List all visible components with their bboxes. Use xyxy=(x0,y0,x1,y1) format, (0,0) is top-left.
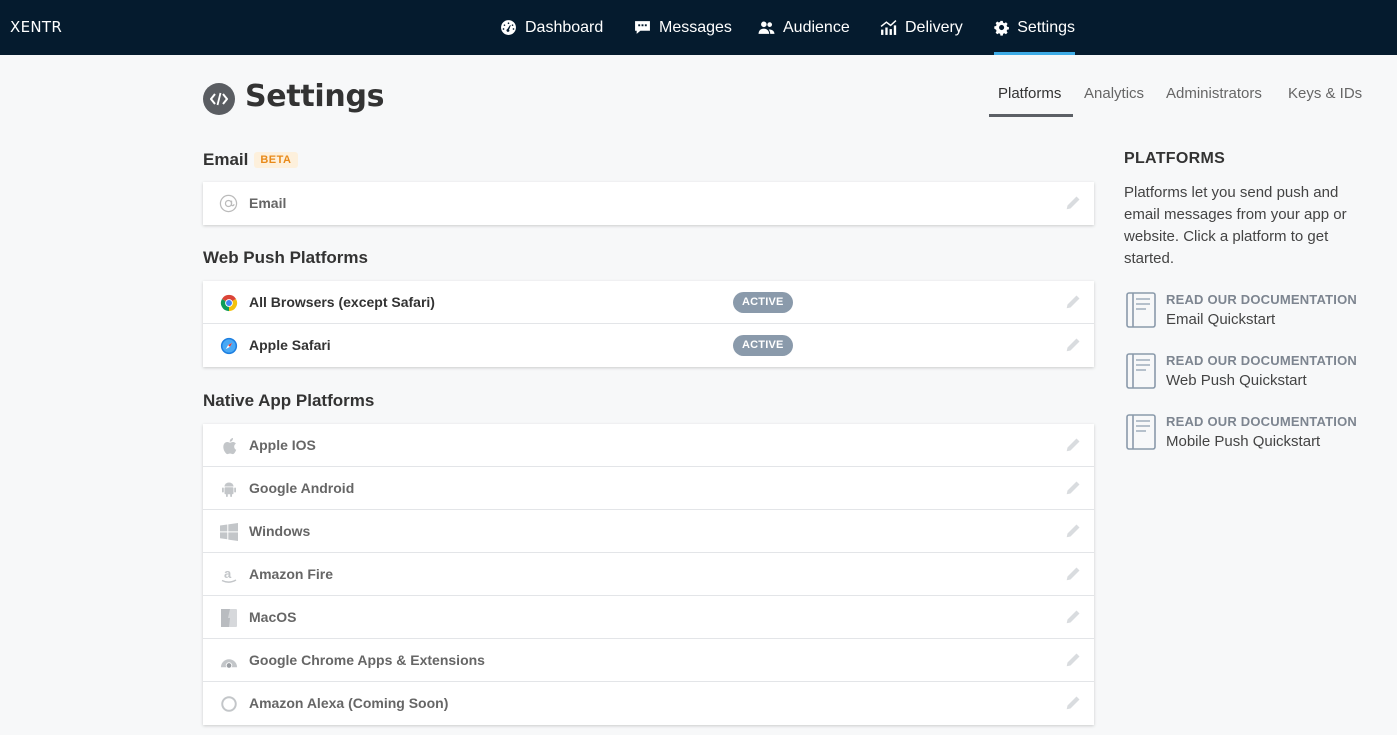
nav-audience[interactable]: Audience xyxy=(758,0,850,55)
brand-logo[interactable]: XENTR xyxy=(10,18,62,36)
pencil-icon[interactable] xyxy=(1065,437,1081,453)
doc-kicker: READ OUR DOCUMENTATION xyxy=(1166,414,1357,429)
nav-dashboard[interactable]: Dashboard xyxy=(500,0,603,55)
finder-icon xyxy=(219,608,238,627)
platform-label: Amazon Alexa (Coming Soon) xyxy=(249,695,449,711)
pencil-icon[interactable] xyxy=(1065,609,1081,625)
android-icon xyxy=(219,479,238,498)
tab-platforms[interactable]: Platforms xyxy=(998,85,1061,102)
pencil-icon[interactable] xyxy=(1065,695,1081,711)
chrome-icon xyxy=(219,293,238,312)
nav-settings-label: Settings xyxy=(1017,18,1075,36)
web-push-platform-card: All Browsers (except Safari) ACTIVE Appl… xyxy=(203,281,1094,367)
platform-row-macos[interactable]: MacOS xyxy=(203,596,1094,639)
web-push-section-title: Web Push Platforms xyxy=(203,248,368,267)
safari-icon xyxy=(219,336,238,355)
pencil-icon[interactable] xyxy=(1065,195,1081,211)
doc-link-mobile-push[interactable]: READ OUR DOCUMENTATION Mobile Push Quick… xyxy=(1126,414,1386,454)
platform-row-android[interactable]: Google Android xyxy=(203,467,1094,510)
document-icon xyxy=(1126,292,1156,328)
platform-label: MacOS xyxy=(249,609,297,625)
page-title: Settings xyxy=(245,79,385,114)
platform-label: All Browsers (except Safari) xyxy=(249,294,435,310)
code-icon xyxy=(203,83,235,115)
tab-analytics[interactable]: Analytics xyxy=(1084,85,1144,102)
pencil-icon[interactable] xyxy=(1065,566,1081,582)
pencil-icon[interactable] xyxy=(1065,523,1081,539)
doc-label: Web Push Quickstart xyxy=(1166,372,1307,389)
platform-label: Google Chrome Apps & Extensions xyxy=(249,652,485,668)
audience-icon xyxy=(758,21,775,34)
at-icon xyxy=(219,194,238,213)
platform-label: Email xyxy=(249,195,287,211)
tab-keys-ids[interactable]: Keys & IDs xyxy=(1288,85,1362,102)
sidebar-title: PLATFORMS xyxy=(1124,150,1226,167)
platform-row-windows[interactable]: Windows xyxy=(203,510,1094,553)
platform-row-ios[interactable]: Apple IOS xyxy=(203,424,1094,467)
native-platform-card: Apple IOS Google Android Windows a Amazo… xyxy=(203,424,1094,725)
email-section-title: Email BETA xyxy=(203,150,298,170)
platform-label: Amazon Fire xyxy=(249,566,334,582)
windows-icon xyxy=(219,522,238,541)
platform-row-chrome-apps[interactable]: Google Chrome Apps & Extensions xyxy=(203,639,1094,682)
nav-delivery[interactable]: Delivery xyxy=(880,0,963,55)
platform-row-safari[interactable]: Apple Safari ACTIVE xyxy=(203,324,1094,367)
platform-label: Apple IOS xyxy=(249,437,316,453)
email-platform-card: Email xyxy=(203,182,1094,225)
nav-delivery-label: Delivery xyxy=(905,18,963,36)
native-section-title: Native App Platforms xyxy=(203,391,375,410)
nav-messages-label: Messages xyxy=(659,18,732,36)
doc-link-web-push[interactable]: READ OUR DOCUMENTATION Web Push Quicksta… xyxy=(1126,353,1386,393)
platform-row-alexa[interactable]: Amazon Alexa (Coming Soon) xyxy=(203,682,1094,725)
amazon-icon: a xyxy=(219,565,238,584)
beta-badge: BETA xyxy=(254,152,298,168)
gear-icon xyxy=(994,20,1009,36)
chrome-apps-icon xyxy=(219,651,238,670)
tab-administrators[interactable]: Administrators xyxy=(1166,85,1262,102)
platform-label: Windows xyxy=(249,523,311,539)
apple-icon xyxy=(219,436,238,455)
doc-label: Email Quickstart xyxy=(1166,311,1276,328)
sidebar-description: Platforms let you send push and email me… xyxy=(1124,184,1347,267)
status-badge: ACTIVE xyxy=(733,335,793,356)
platform-row-all-browsers[interactable]: All Browsers (except Safari) ACTIVE xyxy=(203,281,1094,324)
dashboard-icon xyxy=(501,20,516,35)
doc-link-email[interactable]: READ OUR DOCUMENTATION Email Quickstart xyxy=(1126,292,1386,332)
nav-messages[interactable]: Messages xyxy=(634,0,732,55)
delivery-icon xyxy=(880,20,897,35)
platform-row-email[interactable]: Email xyxy=(203,182,1094,225)
platform-label: Google Android xyxy=(249,480,355,496)
pencil-icon[interactable] xyxy=(1065,337,1081,353)
nav-dashboard-label: Dashboard xyxy=(525,18,604,36)
active-tab-indicator xyxy=(989,114,1073,117)
email-section-label: Email xyxy=(203,150,249,169)
pencil-icon[interactable] xyxy=(1065,652,1081,668)
status-badge: ACTIVE xyxy=(733,292,793,313)
platform-row-amazon-fire[interactable]: a Amazon Fire xyxy=(203,553,1094,596)
pencil-icon[interactable] xyxy=(1065,294,1081,310)
nav-settings[interactable]: Settings xyxy=(994,0,1075,55)
svg-text:a: a xyxy=(224,566,232,581)
document-icon xyxy=(1126,414,1156,450)
nav-audience-label: Audience xyxy=(783,18,850,36)
platform-label: Apple Safari xyxy=(249,337,331,353)
top-nav: XENTR Dashboard Messages Audience Delive… xyxy=(0,0,1397,55)
pencil-icon[interactable] xyxy=(1065,480,1081,496)
alexa-icon xyxy=(219,694,238,713)
doc-kicker: READ OUR DOCUMENTATION xyxy=(1166,292,1357,307)
doc-kicker: READ OUR DOCUMENTATION xyxy=(1166,353,1357,368)
document-icon xyxy=(1126,353,1156,389)
messages-icon xyxy=(635,21,650,34)
doc-label: Mobile Push Quickstart xyxy=(1166,433,1321,450)
